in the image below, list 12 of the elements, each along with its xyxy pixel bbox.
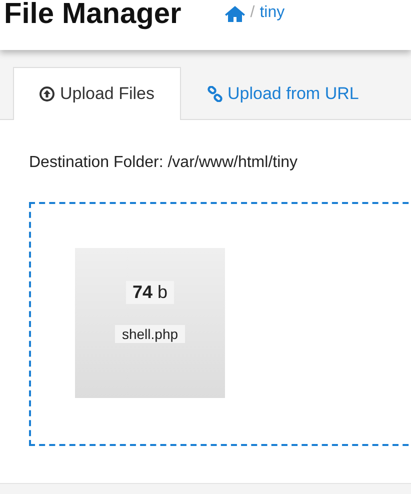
breadcrumb-link[interactable]: tiny xyxy=(260,4,285,22)
tab[interactable]: Upload Files xyxy=(13,67,180,120)
app-title: File Manager xyxy=(4,0,182,32)
tab[interactable]: Upload from URL xyxy=(180,67,385,120)
destination-folder-label: Destination Folder: /var/www/html/tiny xyxy=(29,154,299,172)
link-icon xyxy=(206,86,222,102)
file-name: shell.php xyxy=(114,325,186,343)
home-icon[interactable] xyxy=(225,4,246,22)
upload-icon xyxy=(39,86,55,102)
breadcrumb-separator: / xyxy=(250,4,255,22)
file-size: 74 b xyxy=(126,281,174,304)
drop-zone[interactable]: 74 b shell.php xyxy=(29,202,411,446)
